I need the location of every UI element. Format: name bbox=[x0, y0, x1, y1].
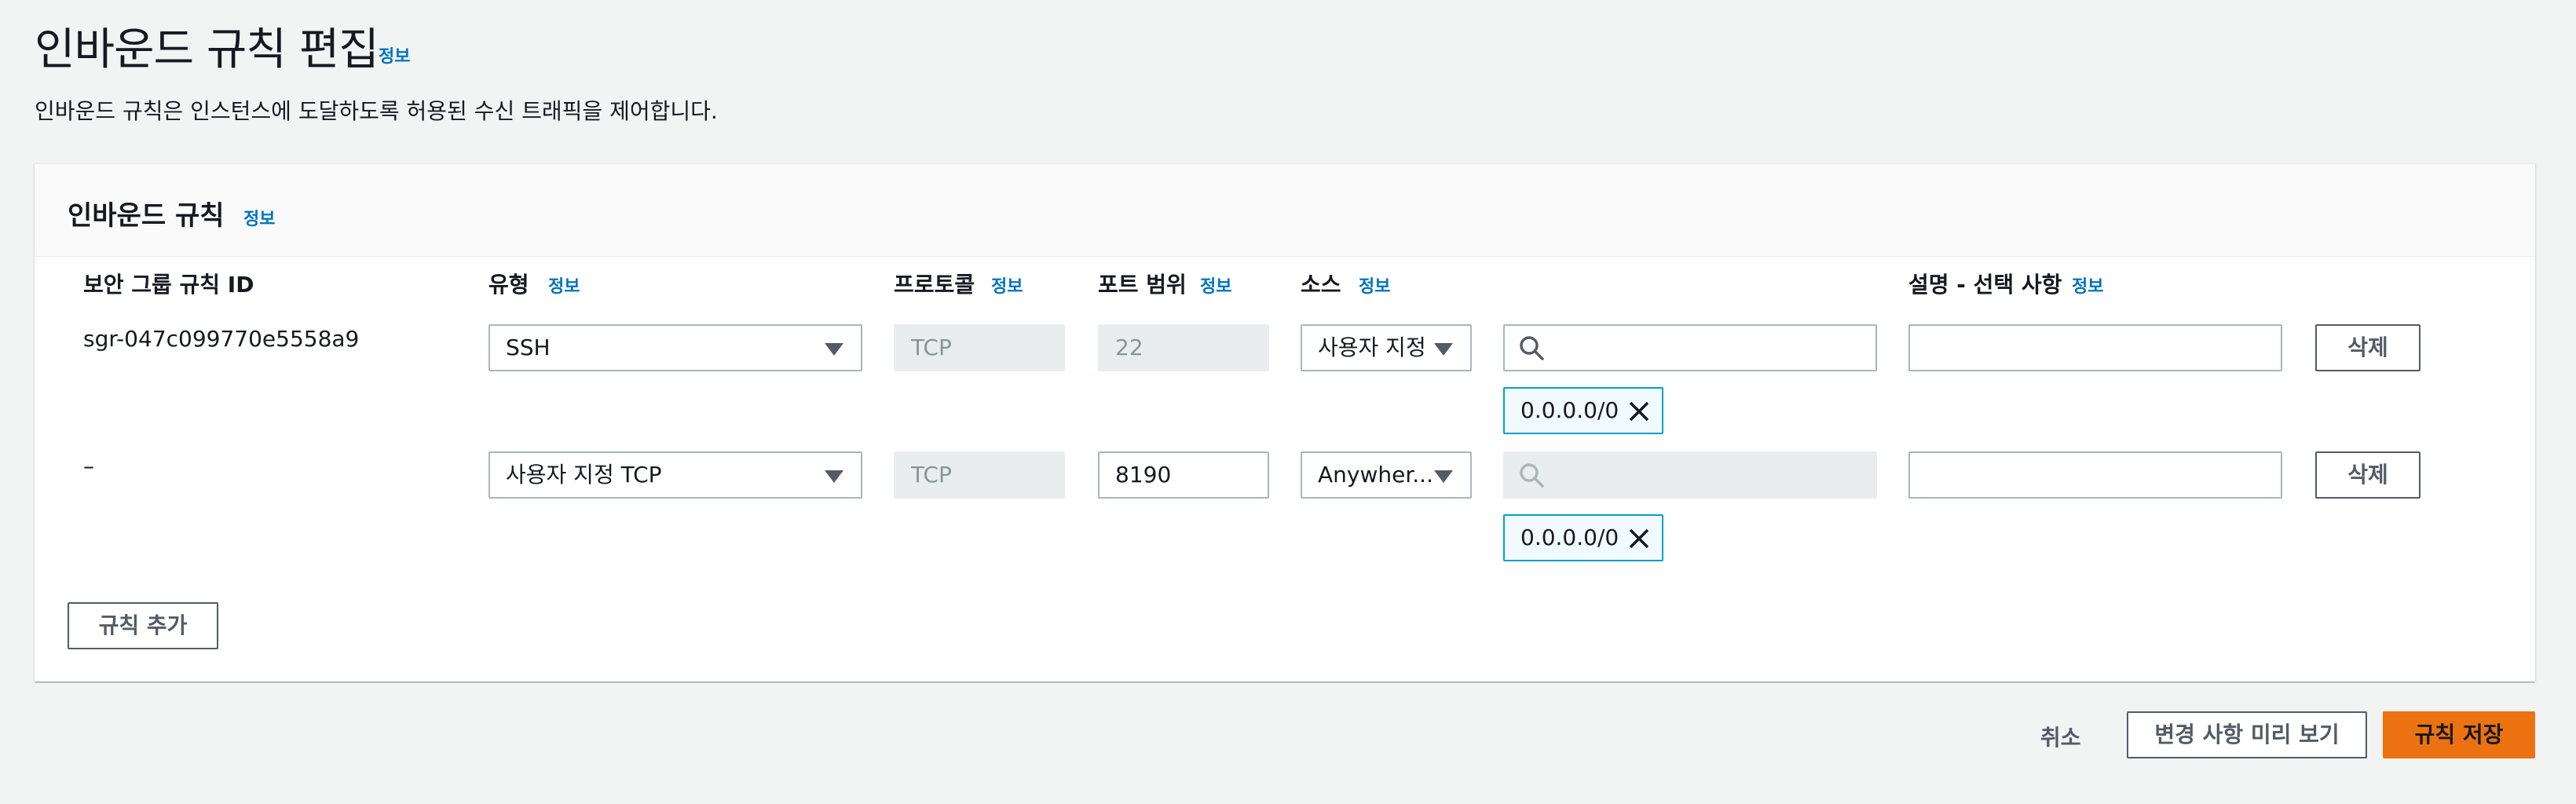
panel-title: 인바운드 규칙 bbox=[68, 200, 225, 232]
inbound-rules-panel: 인바운드 규칙 정보 보안 그룹 규칙 ID 유형 정보 프로토콜 정보 포트 … bbox=[35, 163, 2535, 682]
caret-down-icon bbox=[825, 470, 843, 483]
description-info-link[interactable]: 정보 bbox=[2072, 272, 2103, 298]
caret-down-icon bbox=[1434, 343, 1453, 356]
source-cidr-token: 0.0.0.0/0 bbox=[1503, 514, 1663, 561]
delete-rule-button[interactable]: 삭제 bbox=[2315, 451, 2420, 499]
type-select-value: 사용자 지정 TCP bbox=[506, 462, 662, 488]
page-description: 인바운드 규칙은 인스턴스에 도달하도록 허용된 수신 트래픽을 제어합니다. bbox=[35, 98, 718, 124]
source-search-input bbox=[1503, 451, 1877, 499]
caret-down-icon bbox=[1434, 470, 1453, 483]
source-type-value: Anywher... bbox=[1318, 462, 1433, 488]
source-cidr-value: 0.0.0.0/0 bbox=[1520, 524, 1619, 550]
column-header-port-range: 포트 범위 bbox=[1098, 272, 1187, 298]
source-info-link[interactable]: 정보 bbox=[1359, 272, 1390, 298]
port-range-info-link[interactable]: 정보 bbox=[1200, 272, 1231, 298]
source-type-select[interactable]: Anywher... bbox=[1301, 451, 1472, 499]
save-rules-button[interactable]: 규칙 저장 bbox=[2383, 711, 2535, 758]
rule-id: sgr-047c099770e5558a9 bbox=[83, 326, 360, 352]
preview-changes-button[interactable]: 변경 사항 미리 보기 bbox=[2127, 711, 2367, 758]
description-input[interactable] bbox=[1908, 324, 2282, 371]
column-header-rule-id: 보안 그룹 규칙 ID bbox=[83, 272, 254, 298]
column-header-protocol: 프로토콜 bbox=[894, 272, 975, 298]
panel-info-link[interactable]: 정보 bbox=[243, 205, 275, 230]
column-header-source: 소스 bbox=[1301, 272, 1341, 298]
port-range-field: 22 bbox=[1098, 324, 1269, 371]
page-title-info-link[interactable]: 정보 bbox=[379, 42, 410, 68]
caret-down-icon bbox=[825, 343, 843, 356]
cancel-button[interactable]: 취소 bbox=[2040, 721, 2081, 752]
rule-id: – bbox=[83, 453, 94, 479]
type-select[interactable]: 사용자 지정 TCP bbox=[488, 451, 862, 499]
source-type-select[interactable]: 사용자 지정 bbox=[1301, 324, 1472, 371]
close-icon[interactable] bbox=[1627, 527, 1651, 550]
protocol-field: TCP bbox=[894, 451, 1065, 499]
panel-header bbox=[35, 164, 2535, 257]
close-icon[interactable] bbox=[1627, 400, 1651, 423]
search-icon bbox=[1520, 336, 1544, 360]
protocol-field: TCP bbox=[894, 324, 1065, 371]
source-cidr-token: 0.0.0.0/0 bbox=[1503, 387, 1663, 434]
source-type-value: 사용자 지정 bbox=[1318, 334, 1426, 360]
delete-rule-button[interactable]: 삭제 bbox=[2315, 324, 2420, 371]
source-search-input[interactable] bbox=[1503, 324, 1877, 371]
search-icon bbox=[1520, 463, 1544, 488]
protocol-info-link[interactable]: 정보 bbox=[991, 272, 1023, 298]
add-rule-button[interactable]: 규칙 추가 bbox=[68, 602, 218, 649]
type-info-link[interactable]: 정보 bbox=[548, 272, 580, 298]
column-header-type: 유형 bbox=[488, 272, 529, 298]
port-range-input[interactable]: 8190 bbox=[1098, 451, 1269, 499]
description-input[interactable] bbox=[1908, 451, 2282, 499]
type-select-value: SSH bbox=[506, 334, 551, 360]
column-header-description: 설명 - 선택 사항 bbox=[1908, 272, 2062, 298]
source-cidr-value: 0.0.0.0/0 bbox=[1520, 397, 1619, 423]
page-title: 인바운드 규칙 편집 bbox=[35, 24, 379, 75]
type-select[interactable]: SSH bbox=[488, 324, 862, 371]
